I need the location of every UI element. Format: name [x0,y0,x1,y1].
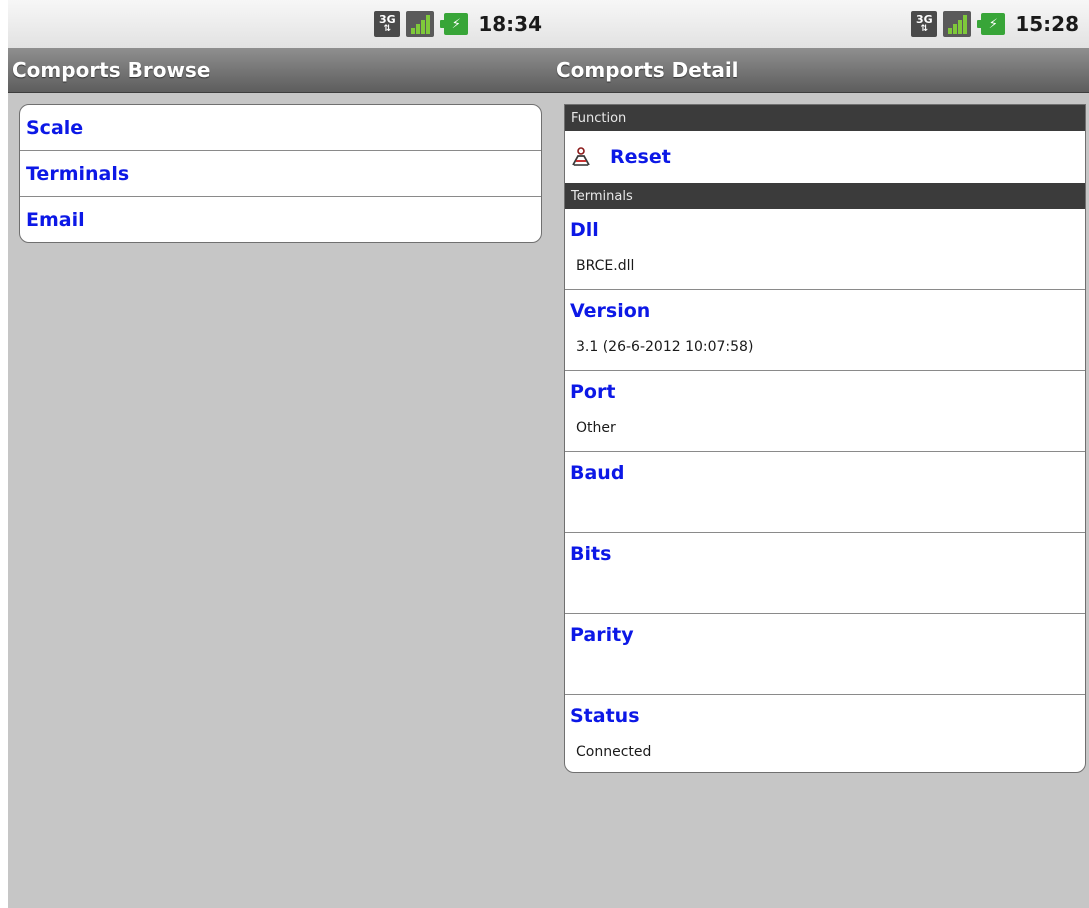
comports-list: Scale Terminals Email [19,104,542,243]
field-label: Bits [570,543,612,565]
field-label: Version [570,300,651,322]
field-parity[interactable]: Parity [565,614,1085,695]
field-bits[interactable]: Bits [565,533,1085,614]
network-label: 3G [915,12,933,26]
list-item-email[interactable]: Email [20,197,541,242]
section-header-function: Function [565,105,1085,131]
reset-label: Reset [610,146,671,168]
field-label: Baud [570,462,625,484]
network-label: 3G [378,12,396,26]
field-label: Status [570,705,640,727]
field-baud[interactable]: Baud [565,452,1085,533]
field-label: Port [570,381,616,403]
list-item-terminals[interactable]: Terminals [20,151,541,197]
page-title: Comports Browse [12,58,211,82]
title-bar: Comports Detail [552,48,1089,93]
status-time: 18:34 [478,12,542,36]
signal-icon [943,11,972,37]
browse-screen: 3G ⇅ ⚡ 18:34 Comports Browse Scale Termi… [8,0,552,908]
field-value: BRCE.dll [576,258,635,274]
field-label: Parity [570,624,634,646]
field-dll[interactable]: Dll BRCE.dll [565,209,1085,290]
field-value: Other [576,420,616,436]
comports-detail: Function Reset Terminals Dll BRCE.dll Ve… [564,104,1086,773]
battery-charging-icon: ⚡ [440,13,469,35]
field-status[interactable]: Status Connected [565,695,1085,772]
field-value: 3.1 (26-6-2012 10:07:58) [576,339,754,355]
field-port[interactable]: Port Other [565,371,1085,452]
battery-charging-icon: ⚡ [977,13,1006,35]
status-time: 15:28 [1015,12,1079,36]
status-bar: 3G ⇅ ⚡ 15:28 [552,0,1089,48]
3g-icon: 3G ⇅ [911,11,938,37]
signal-icon [406,11,435,37]
detail-screen: 3G ⇅ ⚡ 15:28 Comports Detail Function Re… [552,0,1089,908]
title-bar: Comports Browse [8,48,552,93]
reset-icon [572,147,590,166]
list-item-scale[interactable]: Scale [20,105,541,151]
page-title: Comports Detail [556,58,739,82]
status-bar: 3G ⇅ ⚡ 18:34 [8,0,552,48]
field-value: Connected [576,744,652,760]
section-header-terminals: Terminals [565,183,1085,209]
reset-action[interactable]: Reset [565,131,1085,183]
field-label: Dll [570,219,599,241]
field-version[interactable]: Version 3.1 (26-6-2012 10:07:58) [565,290,1085,371]
3g-icon: 3G ⇅ [374,11,401,37]
